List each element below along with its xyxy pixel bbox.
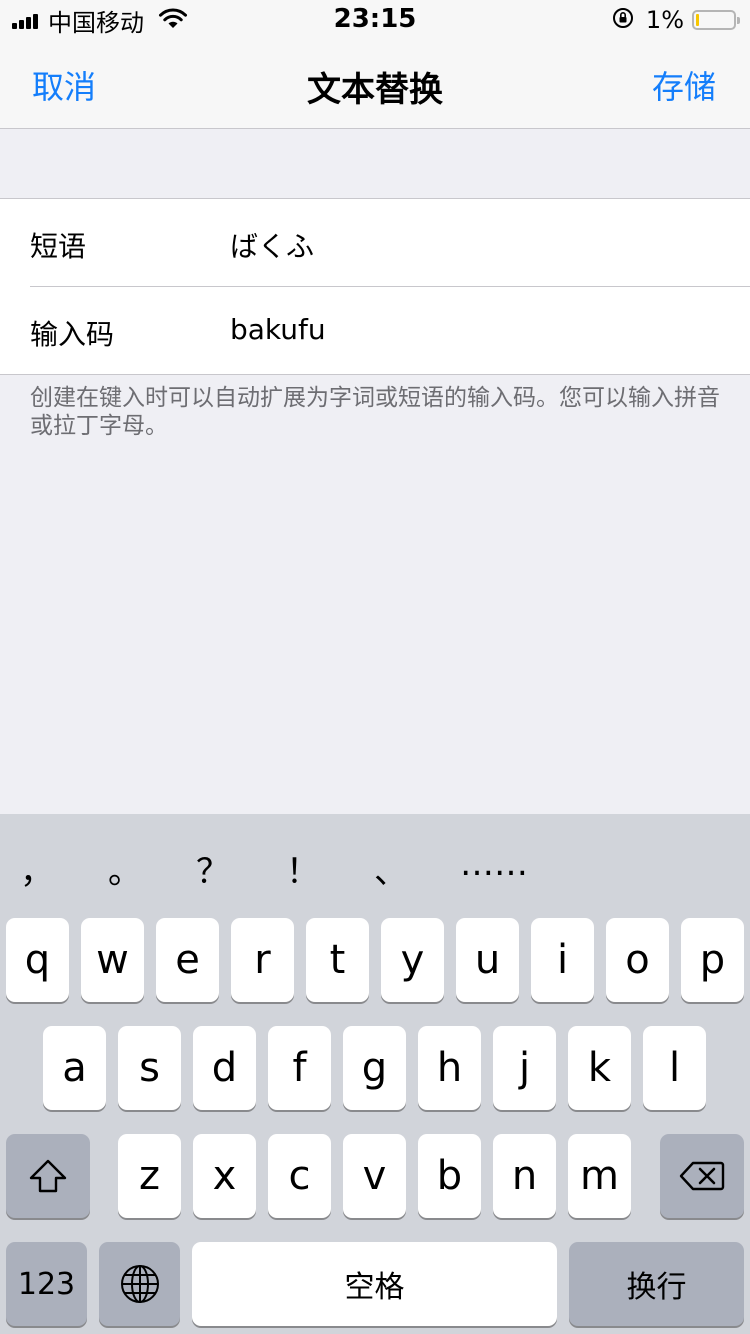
- navigation-bar: 取消 文本替换 存储: [0, 40, 750, 129]
- key-g[interactable]: g: [343, 1026, 406, 1110]
- rotation-lock-icon: [612, 7, 646, 33]
- text-replacement-form: 短语 ばくふ 输入码 bakufu: [0, 198, 750, 375]
- key-p[interactable]: p: [681, 918, 744, 1002]
- key-r[interactable]: r: [231, 918, 294, 1002]
- battery-icon: [692, 10, 740, 30]
- shortcut-row[interactable]: 输入码 bakufu: [30, 286, 750, 374]
- key-c[interactable]: c: [268, 1134, 331, 1218]
- delete-icon: [679, 1160, 725, 1192]
- keyboard: ， 。 ？ ！ 、 …… q w e r t y u i o p a s d f g h j k l z x c v b n m 123 空格换…: [0, 814, 750, 1334]
- shortcut-field[interactable]: bakufu: [230, 313, 326, 346]
- status-bar: 中国移动 23:15 1%: [0, 0, 750, 40]
- key-s[interactable]: s: [118, 1026, 181, 1110]
- key-u[interactable]: u: [456, 918, 519, 1002]
- candidate-item[interactable]: 、: [374, 844, 408, 893]
- shift-key[interactable]: [6, 1134, 90, 1218]
- key-l[interactable]: l: [643, 1026, 706, 1110]
- key-e[interactable]: e: [156, 918, 219, 1002]
- key-b[interactable]: b: [418, 1134, 481, 1218]
- status-right: 1%: [612, 6, 740, 34]
- key-m[interactable]: m: [568, 1134, 631, 1218]
- key-a[interactable]: a: [43, 1026, 106, 1110]
- key-v[interactable]: v: [343, 1134, 406, 1218]
- phrase-row[interactable]: 短语 ばくふ: [0, 199, 750, 286]
- shift-icon: [28, 1158, 68, 1194]
- key-d[interactable]: d: [193, 1026, 256, 1110]
- phrase-field[interactable]: ばくふ: [230, 225, 314, 265]
- candidate-item[interactable]: ？: [196, 844, 230, 893]
- candidate-item[interactable]: ……: [460, 844, 528, 884]
- key-n[interactable]: n: [493, 1134, 556, 1218]
- return-key[interactable]: 换行: [569, 1242, 744, 1326]
- numbers-key[interactable]: 123: [6, 1242, 87, 1326]
- key-h[interactable]: h: [418, 1026, 481, 1110]
- space-key[interactable]: 空格: [192, 1242, 557, 1326]
- phrase-label: 短语: [30, 230, 87, 263]
- key-z[interactable]: z: [118, 1134, 181, 1218]
- candidate-item[interactable]: 。: [108, 844, 142, 893]
- key-w[interactable]: w: [81, 918, 144, 1002]
- battery-percent: 1%: [645, 6, 684, 34]
- page-title: 文本替换: [307, 70, 443, 110]
- key-i[interactable]: i: [531, 918, 594, 1002]
- hint-text: 创建在键入时可以自动扩展为字词或短语的输入码。您可以输入拼音或拉丁字母。: [30, 385, 720, 439]
- key-x[interactable]: x: [193, 1134, 256, 1218]
- shortcut-label: 输入码: [30, 318, 115, 351]
- key-k[interactable]: k: [568, 1026, 631, 1110]
- key-j[interactable]: j: [493, 1026, 556, 1110]
- key-y[interactable]: y: [381, 918, 444, 1002]
- candidate-item[interactable]: ！: [286, 844, 320, 893]
- delete-key[interactable]: [660, 1134, 744, 1218]
- candidate-item[interactable]: ，: [20, 844, 54, 893]
- save-button[interactable]: 存储: [652, 62, 716, 108]
- battery-level: [696, 14, 699, 26]
- key-t[interactable]: t: [306, 918, 369, 1002]
- globe-icon: [119, 1263, 161, 1305]
- globe-key[interactable]: [99, 1242, 180, 1326]
- key-o[interactable]: o: [606, 918, 669, 1002]
- key-f[interactable]: f: [268, 1026, 331, 1110]
- candidate-bar: ， 。 ？ ！ 、 ……: [0, 814, 750, 914]
- key-q[interactable]: q: [6, 918, 69, 1002]
